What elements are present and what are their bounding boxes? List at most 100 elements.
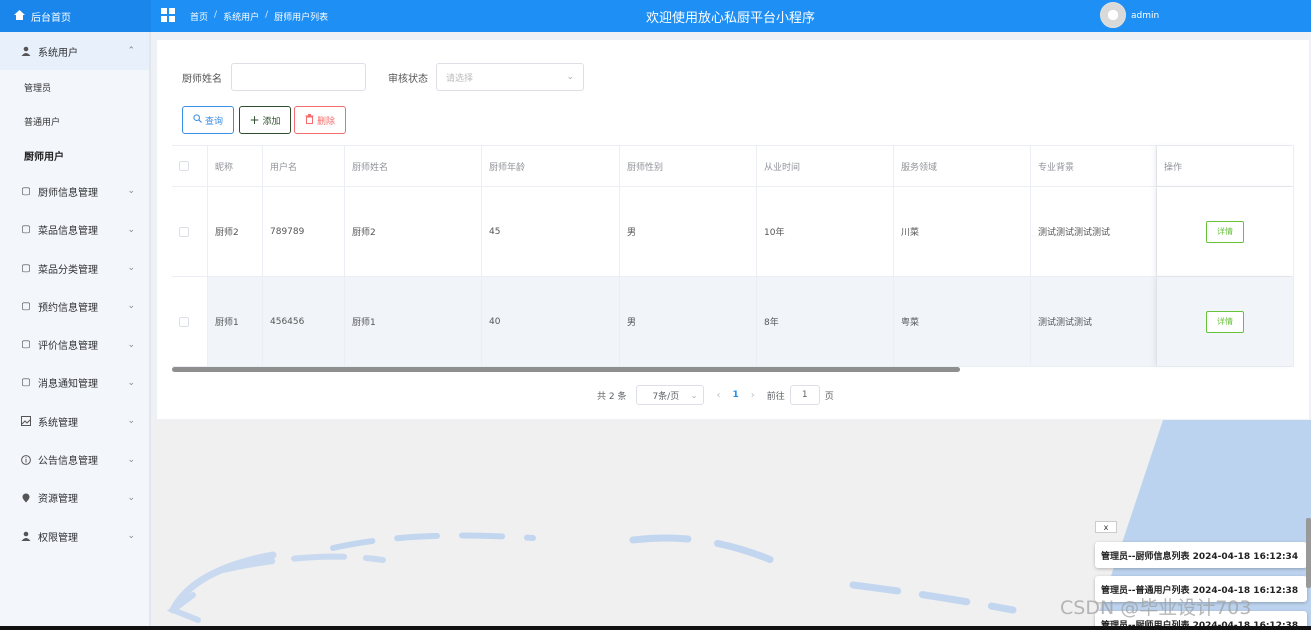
chevron-down-icon: ⌄ xyxy=(690,390,698,400)
bottom-edge xyxy=(0,626,1311,630)
prev-page-icon[interactable]: ‹ xyxy=(716,390,720,401)
cell-chef-name: 厨师1 xyxy=(345,277,482,366)
chevron-down-icon: ⌄ xyxy=(127,301,135,312)
row-checkbox[interactable] xyxy=(179,226,189,237)
cell-background: 测试测试测试测试 xyxy=(1031,187,1157,276)
column-header-chef-gender: 厨师性别 xyxy=(620,146,757,186)
sidebar-item-chef-info[interactable]: ▢ 厨师信息管理 ⌄ xyxy=(0,172,149,210)
page-number-current[interactable]: 1 xyxy=(732,390,738,400)
goto-label: 前往 xyxy=(766,391,785,402)
review-status-label: 审核状态 xyxy=(388,74,428,85)
username[interactable]: admin xyxy=(1131,11,1159,21)
page-suffix: 页 xyxy=(824,391,834,402)
page-scrollbar[interactable] xyxy=(1306,518,1311,588)
chevron-down-icon: ⌄ xyxy=(127,224,135,235)
chevron-down-icon: ⌄ xyxy=(127,531,135,542)
cell-chef-age: 45 xyxy=(482,187,620,276)
document-icon: ▢ xyxy=(21,377,31,389)
cell-experience: 10年 xyxy=(757,187,894,276)
cell-username: 456456 xyxy=(263,277,345,366)
chef-name-input[interactable] xyxy=(231,63,366,91)
chevron-down-icon: ⌄ xyxy=(127,454,135,465)
column-header-experience: 从业时间 xyxy=(757,146,894,186)
delete-button[interactable]: 删除 xyxy=(294,106,346,134)
trash-icon xyxy=(305,113,314,127)
user-icon xyxy=(20,45,32,57)
cell-username: 789789 xyxy=(263,187,345,276)
add-button[interactable]: + 添加 xyxy=(239,106,291,134)
document-icon: ▢ xyxy=(21,185,31,197)
location-icon xyxy=(20,492,32,504)
table-horizontal-scrollbar[interactable] xyxy=(172,367,960,372)
column-header-background: 专业背景 xyxy=(1031,146,1157,186)
cell-chef-age: 40 xyxy=(482,277,620,366)
column-header-actions: 操作 xyxy=(1157,146,1294,186)
sidebar-item-normal-users[interactable]: 普通用户 xyxy=(0,104,149,138)
column-header-chef-age: 厨师年龄 xyxy=(482,146,620,186)
search-icon xyxy=(193,114,202,126)
plus-icon: + xyxy=(249,113,260,127)
next-page-icon[interactable]: › xyxy=(751,390,755,401)
chevron-down-icon: ⌄ xyxy=(566,72,574,82)
sidebar-item-dish-category[interactable]: ▢ 菜品分类管理 ⌄ xyxy=(0,249,149,287)
notification-item[interactable]: 管理员--厨师信息列表 2024-04-18 16:12:34 xyxy=(1095,542,1307,568)
avatar[interactable] xyxy=(1100,2,1126,28)
table-header-row: 昵称 用户名 厨师姓名 厨师年龄 厨师性别 从业时间 服务领域 专业背景 操作 xyxy=(172,145,1294,187)
cell-nickname: 厨师2 xyxy=(208,187,263,276)
sidebar-item-dish-info[interactable]: ▢ 菜品信息管理 ⌄ xyxy=(0,211,149,249)
review-status-placeholder: 请选择 xyxy=(446,73,474,84)
sidebar-item-messages[interactable]: ▢ 消息通知管理 ⌄ xyxy=(0,364,149,402)
watermark: CSDN @毕业设计703 xyxy=(1060,597,1252,619)
chef-name-label: 厨师姓名 xyxy=(182,74,222,85)
sidebar-item-resources[interactable]: 资源管理 ⌄ xyxy=(0,479,149,517)
chevron-down-icon: ⌄ xyxy=(127,377,135,388)
sidebar-item-admin[interactable]: 管理员 xyxy=(0,70,149,104)
document-icon: ▢ xyxy=(21,224,31,236)
cell-chef-gender: 男 xyxy=(620,187,757,276)
column-header-username: 用户名 xyxy=(263,146,345,186)
sidebar-item-reviews[interactable]: ▢ 评价信息管理 ⌄ xyxy=(0,325,149,363)
picture-icon xyxy=(20,415,32,427)
chevron-down-icon: ⌄ xyxy=(127,492,135,503)
review-status-select[interactable]: 请选择 ⌄ xyxy=(436,63,584,91)
chevron-down-icon: ⌄ xyxy=(127,339,135,350)
goto-page-input[interactable]: 1 xyxy=(789,385,820,405)
cell-service-area: 粤菜 xyxy=(894,277,1031,366)
notification-close-button[interactable]: x xyxy=(1095,521,1117,533)
cell-experience: 8年 xyxy=(757,277,894,366)
cell-chef-gender: 男 xyxy=(620,277,757,366)
sidebar: 系统用户 ⌃ 管理员 普通用户 厨师用户 ▢ 厨师信息管理 ⌄ ▢ 菜品信息管理… xyxy=(0,32,151,630)
chevron-down-icon: ⌄ xyxy=(127,186,135,197)
cell-service-area: 川菜 xyxy=(894,187,1031,276)
sidebar-item-system[interactable]: 系统管理 ⌄ xyxy=(0,402,149,440)
main-panel: 厨师姓名 审核状态 请选择 ⌄ 查询 + 添加 删除 昵称 用户名 厨师姓名 厨… xyxy=(157,40,1309,419)
cell-chef-name: 厨师2 xyxy=(345,187,482,276)
detail-button[interactable]: 详情 xyxy=(1206,220,1244,243)
table-row: 厨师2 789789 厨师2 45 男 10年 川菜 测试测试测试测试 详情 xyxy=(172,187,1294,277)
page-size-select[interactable]: 7条/页 ⌄ xyxy=(636,385,705,405)
query-button[interactable]: 查询 xyxy=(182,106,234,134)
table-row: 厨师1 456456 厨师1 40 男 8年 粤菜 测试测试测试 详情 xyxy=(172,277,1294,367)
top-bar: 后台首页 首页 / 系统用户 / 厨师用户列表 欢迎使用放心私厨平台小程序 ad… xyxy=(0,0,1311,32)
detail-button[interactable]: 详情 xyxy=(1206,310,1244,333)
row-checkbox[interactable] xyxy=(179,316,189,327)
document-icon: ▢ xyxy=(21,262,31,274)
document-icon: ▢ xyxy=(21,339,31,351)
pagination-total: 共 2 条 xyxy=(597,391,627,402)
chevron-down-icon: ⌄ xyxy=(127,416,135,427)
cell-nickname: 厨师1 xyxy=(208,277,263,366)
sidebar-item-booking[interactable]: ▢ 预约信息管理 ⌄ xyxy=(0,287,149,325)
chevron-up-icon: ⌃ xyxy=(127,46,135,57)
sidebar-item-permissions[interactable]: 权限管理 ⌄ xyxy=(0,517,149,555)
cell-background: 测试测试测试 xyxy=(1031,277,1157,366)
document-icon: ▢ xyxy=(21,300,31,312)
select-all-checkbox[interactable] xyxy=(179,161,189,171)
pagination: 共 2 条 7条/页 ⌄ ‹ 1 › 前往 1 页 xyxy=(597,385,834,405)
sidebar-item-announcements[interactable]: 公告信息管理 ⌄ xyxy=(0,440,149,478)
column-header-chef-name: 厨师姓名 xyxy=(345,146,482,186)
sidebar-group-system-users[interactable]: 系统用户 ⌃ xyxy=(0,32,149,71)
info-icon xyxy=(20,454,32,466)
column-header-service-area: 服务领域 xyxy=(894,146,1031,186)
chevron-down-icon: ⌄ xyxy=(127,263,135,274)
sidebar-item-chef-users[interactable]: 厨师用户 xyxy=(0,138,149,172)
